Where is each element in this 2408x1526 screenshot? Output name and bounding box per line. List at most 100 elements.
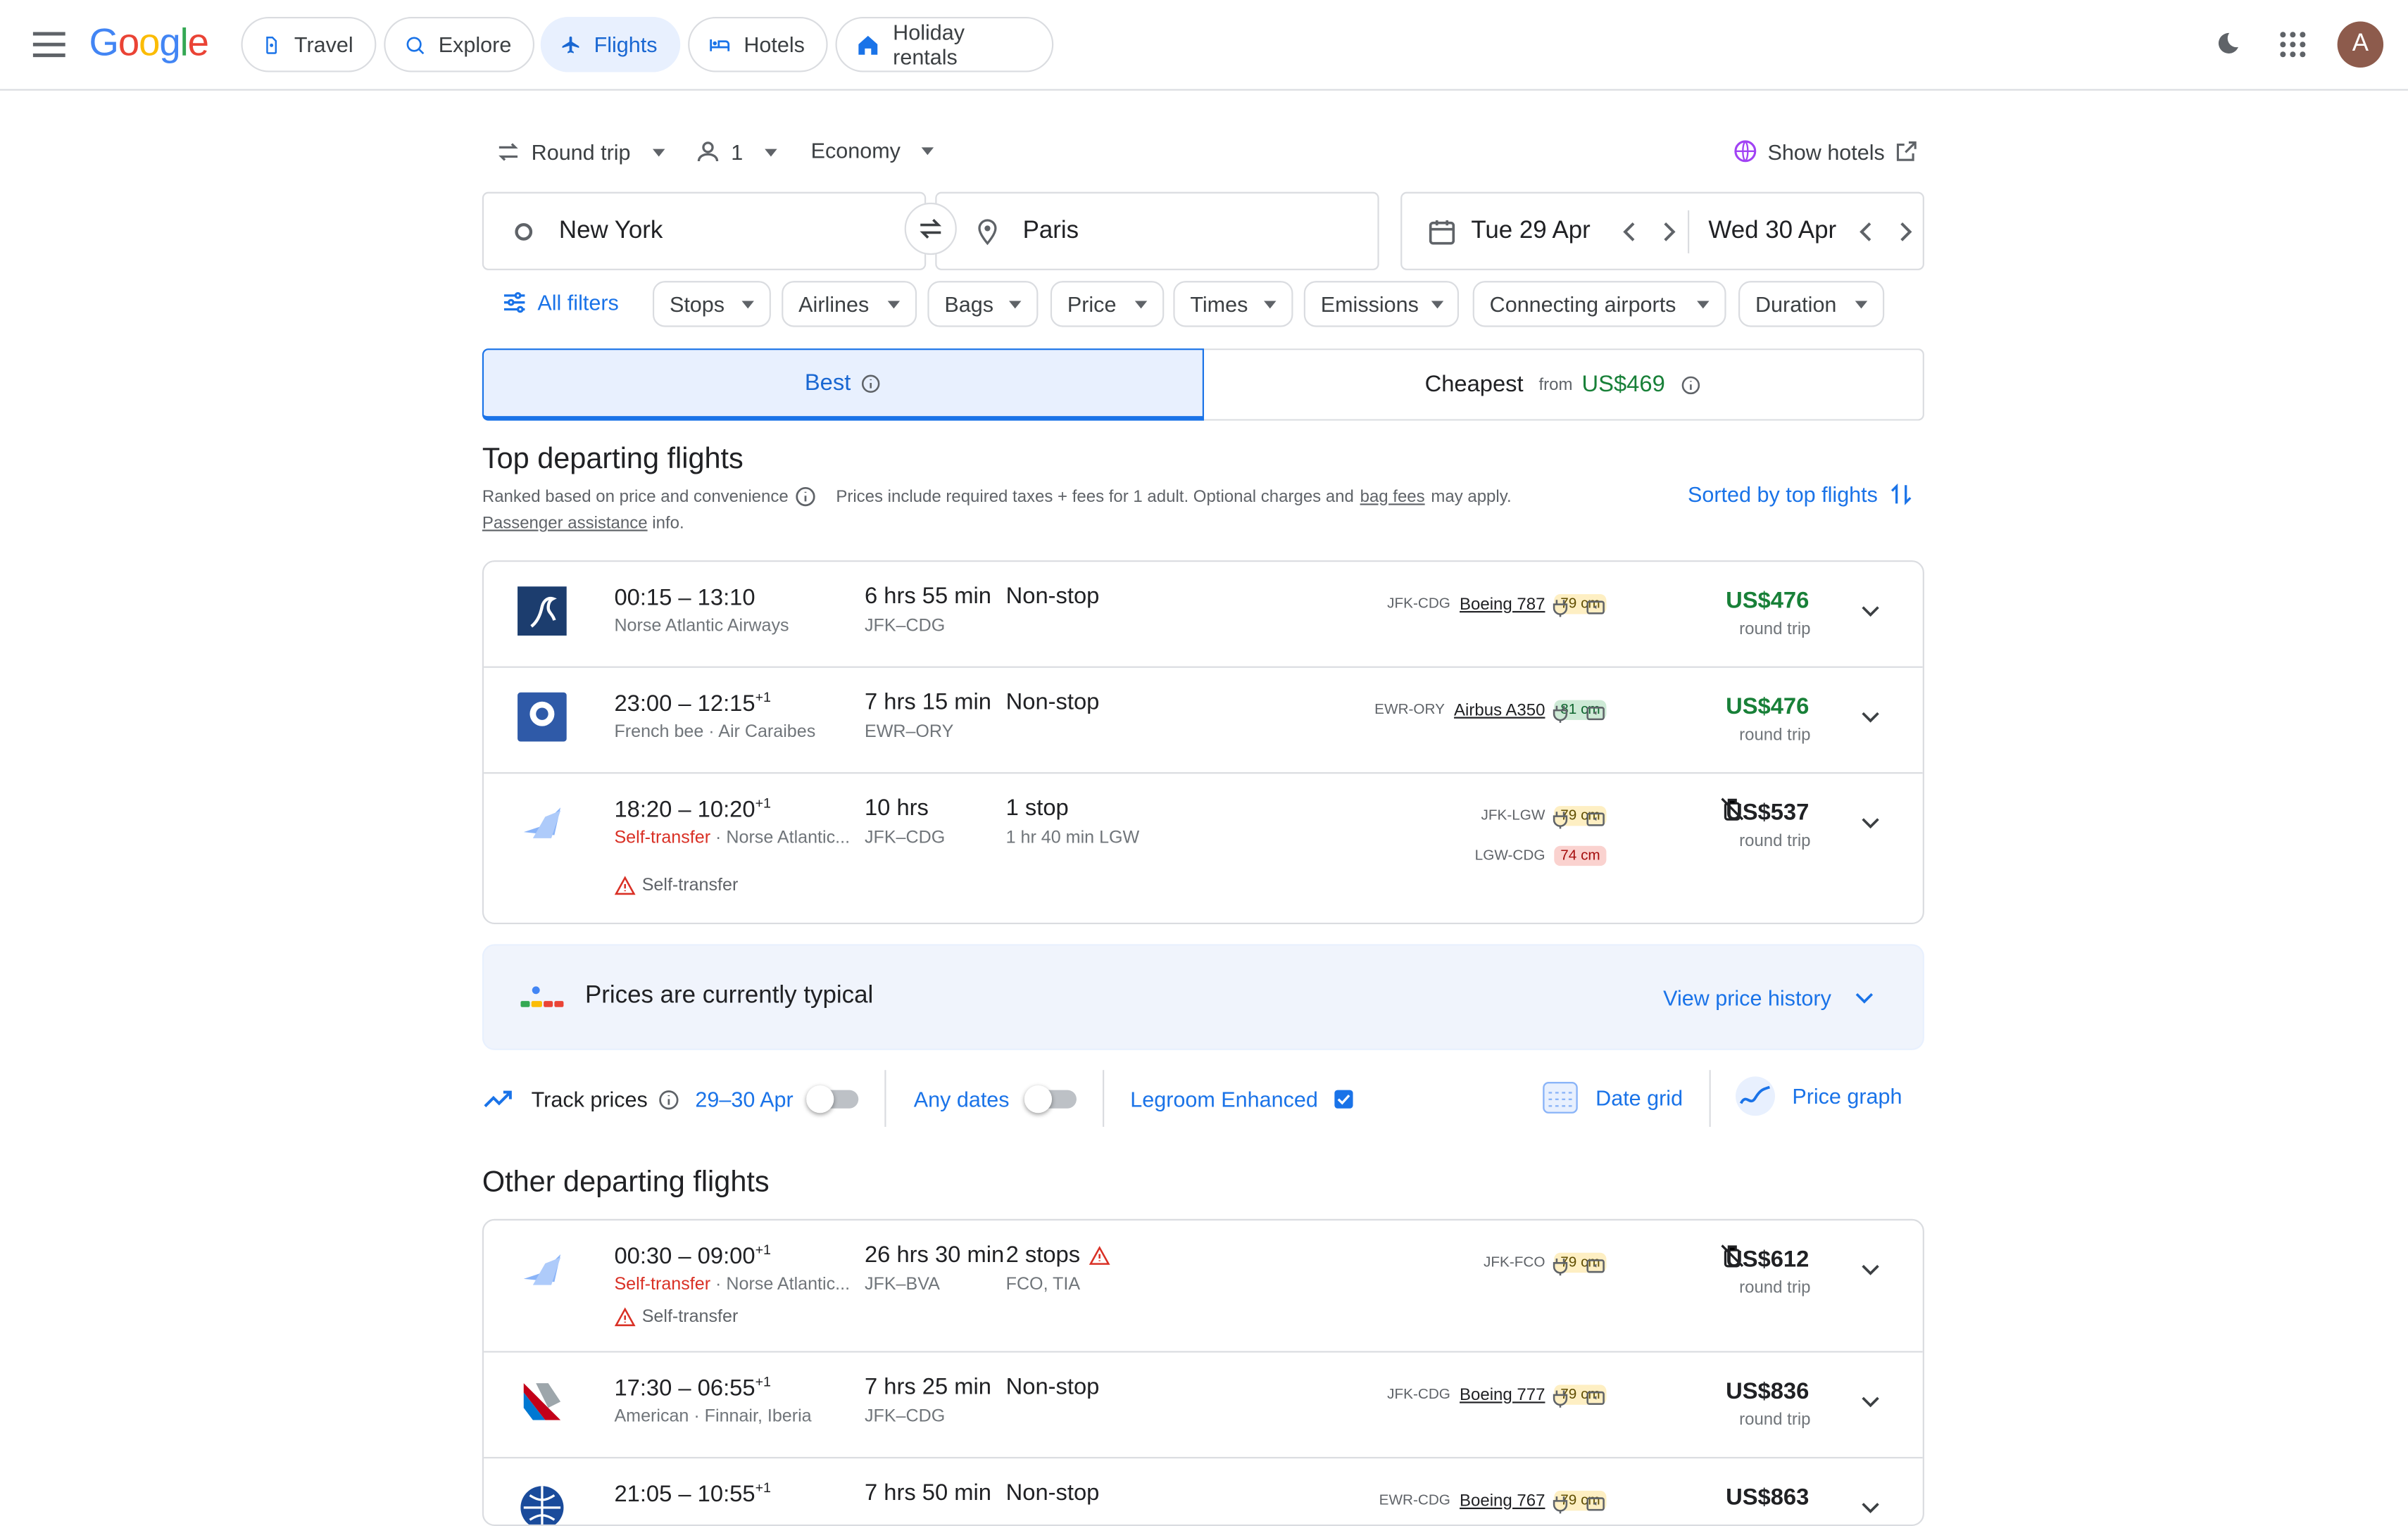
dark-mode-button[interactable] <box>2212 29 2243 60</box>
legroom-enhanced-checkbox[interactable] <box>1334 1090 1353 1109</box>
power-outlet-icon <box>1553 705 1568 723</box>
filter-duration[interactable]: Duration <box>1738 281 1885 327</box>
show-hotels-link[interactable]: Show hotels <box>1732 138 1920 164</box>
flight-times: 00:15 – 13:10 <box>614 584 755 612</box>
expand-chevron-icon[interactable] <box>1855 807 1886 838</box>
depart-prev-date-icon[interactable] <box>1612 214 1645 248</box>
apps-button[interactable] <box>2276 27 2309 61</box>
stops-count: Non-stop <box>1005 1374 1100 1401</box>
nav-label: Flights <box>594 32 658 57</box>
info-icon[interactable] <box>1681 374 1702 396</box>
date-grid-button[interactable]: Date grid <box>1541 1078 1683 1118</box>
google-logo[interactable]: Google <box>89 22 209 66</box>
chevron-down-icon <box>1134 300 1148 308</box>
date-grid-label: Date grid <box>1595 1085 1683 1110</box>
filter-emissions[interactable]: Emissions <box>1303 281 1460 327</box>
expand-chevron-icon[interactable] <box>1855 1492 1886 1523</box>
cabin-class-select[interactable]: Economy <box>811 138 934 163</box>
info-icon[interactable] <box>794 485 817 508</box>
all-filters-button[interactable]: All filters <box>501 289 619 316</box>
passengers-select[interactable]: 1 <box>694 138 777 165</box>
flight-row[interactable]: 17:30 – 06:55+1 American · Finnair, Iberi… <box>484 1353 1923 1459</box>
legroom-enhanced-label: Legroom Enhanced <box>1130 1087 1318 1112</box>
price-type: round trip <box>1739 1411 1811 1430</box>
price-graph-button[interactable]: Price graph <box>1733 1075 1902 1118</box>
expand-chevron-icon[interactable] <box>1855 702 1886 733</box>
filter-stops[interactable]: Stops <box>652 281 771 327</box>
stops-count: Non-stop <box>1005 689 1100 716</box>
info-icon[interactable] <box>657 1087 680 1111</box>
flight-row[interactable]: 21:05 – 10:55+1 7 hrs 50 min Non-stop EWR-C… <box>484 1458 1923 1525</box>
origin-circle-icon <box>515 222 533 240</box>
trip-type-select[interactable]: Round trip <box>494 138 665 165</box>
chevron-down-icon <box>887 300 901 308</box>
tab-cheapest[interactable]: Cheapest from US$469 <box>1203 348 1924 421</box>
destination-field[interactable]: Paris <box>935 191 1379 270</box>
flight-route: JFK–BVA <box>864 1275 940 1294</box>
bag-fees-link[interactable]: bag fees <box>1360 487 1425 505</box>
return-next-date-icon[interactable] <box>1889 214 1923 248</box>
nav-holiday-rentals[interactable]: Holiday rentals <box>835 16 1054 72</box>
stops-count: 1 stop <box>1005 795 1069 821</box>
price-level-icon <box>520 986 564 1007</box>
airline-name: French bee · Air Caraibes <box>614 723 816 742</box>
aircraft-link[interactable]: Boeing 767 <box>1460 1492 1545 1510</box>
return-prev-date-icon[interactable] <box>1849 214 1883 248</box>
expand-chevron-icon[interactable] <box>1855 1254 1886 1285</box>
flight-row[interactable]: 00:15 – 13:10 Norse Atlantic Airways 6 hrs… <box>484 562 1923 668</box>
power-outlet-icon <box>1553 1258 1568 1276</box>
flight-row[interactable]: 18:20 – 10:20+1 Self-transfer · Norse Atl… <box>484 774 1923 923</box>
filter-times[interactable]: Times <box>1173 281 1293 327</box>
nav-flights[interactable]: Flights <box>540 16 681 72</box>
filter-price[interactable]: Price <box>1050 281 1165 327</box>
info-icon[interactable] <box>860 372 882 394</box>
view-price-history-label: View price history <box>1663 985 1831 1011</box>
ranked-label: Ranked based on price and convenience <box>482 487 789 506</box>
aircraft-link[interactable]: Airbus A350 <box>1454 701 1545 719</box>
filter-connecting-airports[interactable]: Connecting airports <box>1472 281 1726 327</box>
origin-field[interactable]: New York <box>482 191 927 270</box>
expand-chevron-icon[interactable] <box>1855 1387 1886 1418</box>
depart-date[interactable]: Tue 29 Apr <box>1471 217 1609 245</box>
flight-price: US$476 <box>1726 588 1810 614</box>
aircraft-link[interactable]: Boeing 777 <box>1460 1385 1545 1404</box>
sort-arrows-icon <box>1890 483 1911 505</box>
location-pin-icon <box>978 218 997 245</box>
depart-next-date-icon[interactable] <box>1652 214 1686 248</box>
nav-travel[interactable]: Travel <box>241 16 377 72</box>
trip-type-value: Round trip <box>531 139 631 165</box>
date-divider <box>1688 209 1691 253</box>
screen-icon <box>1586 812 1605 826</box>
power-outlet-icon <box>1553 1390 1568 1408</box>
flight-duration: 26 hrs 30 min <box>864 1242 1005 1268</box>
main-menu-button[interactable] <box>27 23 70 66</box>
view-price-history-button[interactable]: View price history <box>1663 983 1881 1014</box>
price-type: round trip <box>1739 726 1811 745</box>
hotels-icon <box>710 38 730 51</box>
menu-icon <box>32 32 65 58</box>
chevron-down-icon <box>1856 992 1874 1004</box>
screen-icon <box>1586 1259 1605 1273</box>
filter-label: Stops <box>669 291 725 317</box>
return-date[interactable]: Wed 30 Apr <box>1708 217 1843 245</box>
filter-bags[interactable]: Bags <box>927 281 1039 327</box>
divider <box>884 1070 886 1127</box>
account-avatar[interactable]: A <box>2337 21 2384 68</box>
nav-hotels[interactable]: Hotels <box>688 16 828 72</box>
flight-row[interactable]: 00:30 – 09:00+1 Self-transfer · Norse Atl… <box>484 1221 1923 1353</box>
any-dates-toggle[interactable] <box>1024 1085 1077 1114</box>
passenger-assistance-link[interactable]: Passenger assistance <box>482 515 648 533</box>
nav-explore[interactable]: Explore <box>384 16 535 72</box>
sort-button[interactable]: Sorted by top flights <box>1688 481 1914 508</box>
aircraft-link[interactable]: Boeing 787 <box>1460 595 1545 613</box>
expand-chevron-icon[interactable] <box>1855 595 1886 626</box>
filter-airlines[interactable]: Airlines <box>782 281 917 327</box>
flight-row[interactable]: 23:00 – 12:15+1 French bee · Air Caraibes… <box>484 668 1923 774</box>
flight-duration: 7 hrs 25 min <box>864 1374 992 1401</box>
track-prices-toggle[interactable] <box>806 1085 859 1114</box>
leg-route-code: EWR-CDG <box>1379 1492 1450 1510</box>
price-insight-level: typical <box>803 982 874 1009</box>
tab-best[interactable]: Best <box>482 348 1204 421</box>
nav-label: Explore <box>438 32 512 57</box>
swap-locations-button[interactable] <box>904 202 957 256</box>
